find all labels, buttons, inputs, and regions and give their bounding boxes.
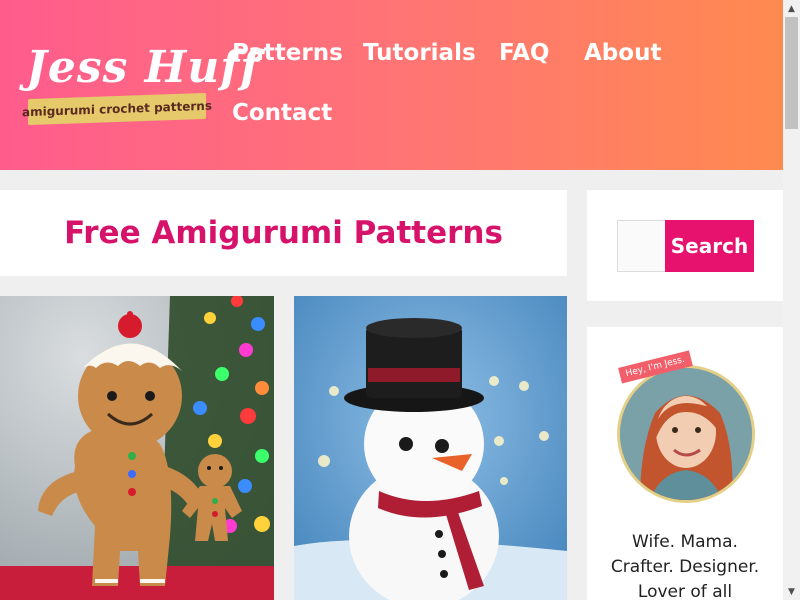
avatar[interactable] (617, 365, 755, 503)
bio-line: Crafter. Designer. (610, 557, 760, 577)
logo-title: Jess Huff (26, 42, 261, 93)
page-title-box: Free Amigurumi Patterns (0, 190, 567, 276)
search-button[interactable]: Search (665, 220, 754, 272)
nav-contact[interactable]: Contact (232, 100, 332, 126)
site-header: Jess Huff amigurumi crochet patterns Pat… (0, 0, 783, 170)
bio-line: Wife. Mama. (632, 532, 738, 552)
scroll-down-icon[interactable]: ▼ (783, 583, 800, 600)
nav-about[interactable]: About (584, 40, 661, 66)
nav-tutorials[interactable]: Tutorials (363, 40, 476, 66)
bio-line: Lover of all (637, 582, 733, 600)
pattern-card-gingerbread[interactable] (0, 296, 274, 600)
nav-patterns[interactable]: Patterns (232, 40, 343, 66)
scroll-up-icon[interactable]: ▲ (783, 0, 800, 17)
search-widget: Search (587, 190, 783, 301)
pattern-card-snowman[interactable] (294, 296, 567, 600)
scroll-thumb[interactable] (785, 17, 798, 129)
site-logo[interactable]: Jess Huff amigurumi crochet patterns (22, 40, 259, 130)
nav-faq[interactable]: FAQ (499, 40, 549, 66)
avatar-wrap: Hey, I'm Jess. (617, 350, 755, 503)
snowman-image[interactable] (294, 296, 567, 600)
about-widget: Hey, I'm Jess. Wife. Mama. Crafter. Desi… (587, 327, 783, 600)
logo-tagline: amigurumi crochet patterns (22, 98, 212, 120)
avatar-image (620, 368, 752, 500)
gingerbread-image[interactable] (0, 296, 274, 600)
logo-banner: amigurumi crochet patterns (22, 92, 212, 126)
page-title: Free Amigurumi Patterns (64, 215, 503, 251)
page-scrollbar[interactable]: ▲ ▼ (783, 0, 800, 600)
search-input[interactable] (617, 220, 667, 272)
